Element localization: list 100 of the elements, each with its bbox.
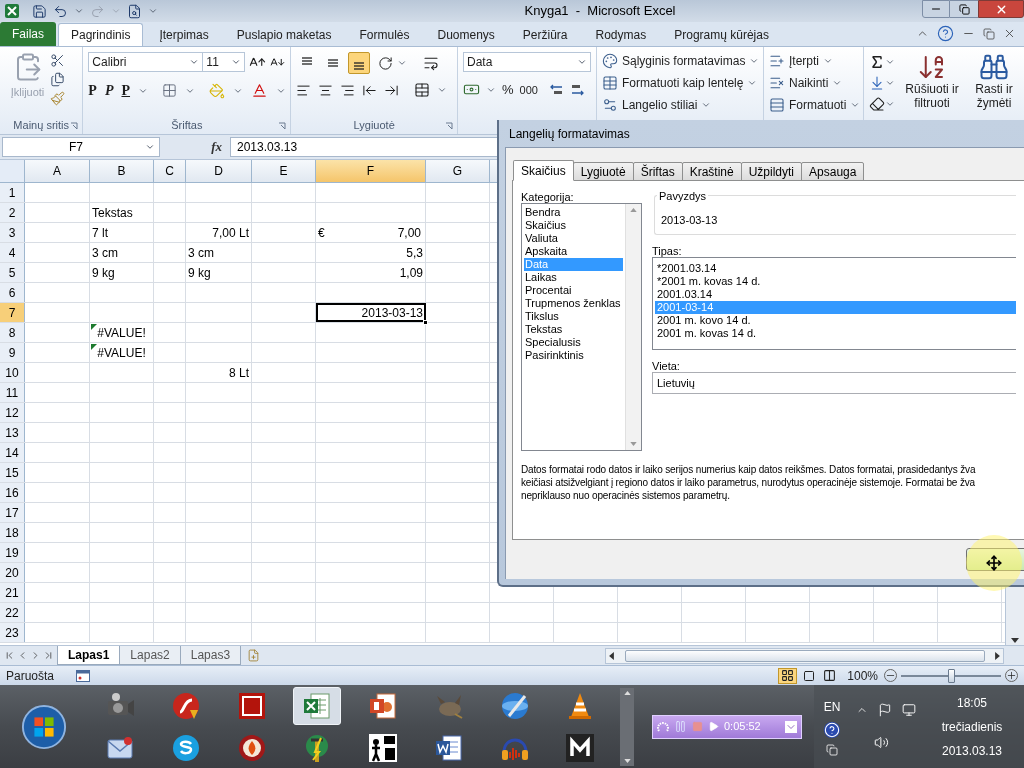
row-header[interactable]: 15 [0, 463, 25, 482]
cell-value: 7,00 [397, 224, 422, 242]
group-label: Mainų sritis [13, 118, 69, 134]
category-item[interactable]: Specialusis [524, 336, 623, 349]
category-item[interactable]: Laikas [524, 271, 623, 284]
type-item[interactable]: *2001 m. kovas 14 d. [655, 275, 1016, 288]
row-header[interactable]: 20 [0, 563, 25, 582]
row-header[interactable]: 5 [0, 263, 25, 282]
underline-button[interactable]: P [121, 80, 131, 101]
row-header[interactable]: 7 [0, 303, 25, 322]
ribbon-tab[interactable]: Rodymas [583, 23, 659, 46]
column-header[interactable]: D [186, 160, 252, 182]
table-cell: #VALUE! [90, 323, 154, 342]
status-text: Paruošta [6, 667, 55, 685]
row-header[interactable]: 1 [0, 183, 25, 202]
description-text: keičiasi atsižvelgiant į regiono datos ir laiko parametrus, nurodytus operacinėje sistemoje. Formatai be žva [521, 476, 976, 489]
row-header[interactable]: 10 [0, 363, 25, 382]
category-item[interactable]: Apskaita [524, 245, 623, 258]
table-cell: 7 lt [90, 223, 154, 242]
clock-date[interactable]: 2013.03.13 [941, 741, 1003, 760]
category-item[interactable]: Valiuta [524, 232, 623, 245]
dialog-tab[interactable]: Skaičius [513, 160, 574, 181]
row-header[interactable]: 4 [0, 243, 25, 262]
column-header[interactable]: B [90, 160, 154, 182]
style-menu-button[interactable]: Formatuoti kaip lentelę [622, 74, 744, 92]
row-header[interactable]: 13 [0, 423, 25, 442]
thousands-button[interactable]: 000 [519, 81, 538, 98]
table-cell: 3 cm [90, 243, 154, 262]
type-item[interactable]: 2001.03.14 [655, 288, 1016, 301]
column-header[interactable]: A [25, 160, 90, 182]
table-cell: 2013-03-13 [316, 303, 426, 322]
row-header[interactable]: 3 [0, 223, 25, 242]
row-header[interactable]: 11 [0, 383, 25, 402]
column-header[interactable]: F [316, 160, 426, 182]
bold-button[interactable]: P [88, 80, 97, 101]
percent-button[interactable]: % [502, 80, 514, 100]
category-item[interactable]: Trupmenos ženklas [524, 297, 623, 310]
dialog-title: Langelių formatavimas [509, 125, 630, 143]
row-header[interactable]: 19 [0, 543, 25, 562]
row-header[interactable]: 9 [0, 343, 25, 362]
category-item[interactable]: Pasirinktinis [524, 349, 623, 362]
language-indicator[interactable]: EN [823, 697, 841, 716]
type-item[interactable]: 2001 m. kovo 14 d. [655, 314, 1016, 327]
type-item[interactable]: 2001 m. kovas 14 d. [655, 327, 1016, 340]
category-item[interactable]: Bendra [524, 206, 623, 219]
row-header[interactable]: 22 [0, 603, 25, 622]
locale-label: Vieta: [652, 359, 681, 372]
type-item[interactable]: *2001.03.14 [655, 262, 1016, 275]
category-item[interactable]: Tekstas [524, 323, 623, 336]
row-header[interactable]: 12 [0, 403, 25, 422]
table-cell: #VALUE! [90, 343, 154, 362]
ribbon-tab[interactable]: Duomenys [425, 23, 507, 46]
row-header[interactable]: 14 [0, 443, 25, 462]
ribbon-tab[interactable]: Įterpimas [147, 23, 221, 46]
type-label: Tipas: [652, 244, 683, 257]
ribbon-tab[interactable]: Peržiūra [510, 23, 580, 46]
zoom-level[interactable]: 100% [847, 666, 878, 685]
ribbon-tab[interactable]: Formulės [347, 23, 422, 46]
cells-menu-button[interactable]: Formatuoti [789, 96, 847, 114]
number-format-field[interactable]: Data [463, 52, 591, 72]
clock-time[interactable]: 18:05 [957, 693, 987, 712]
font-name-field[interactable]: Calibri [88, 52, 204, 72]
category-item[interactable]: Tikslus [524, 310, 623, 323]
sheet-tab[interactable]: Lapas1 [57, 646, 121, 665]
row-header[interactable]: 16 [0, 483, 25, 502]
description-text: Datos formatai rodo datos ir laiko serijos numerius kaip datos reikšmes. Datos formatai, prasidedantys žva [521, 463, 976, 476]
row-header[interactable]: 21 [0, 583, 25, 602]
category-list[interactable]: Bendra Skaičius Valiuta Apskaita Data Laikas Procentai Trupmenos ženklas Tikslus Tekstas Specialusis Pasirinktinis [521, 203, 642, 451]
column-header[interactable]: E [252, 160, 316, 182]
ribbon-tab[interactable]: Pagrindinis [58, 23, 144, 46]
type-list[interactable]: *2001.03.14 *2001 m. kovas 14 d. 2001.03.14 2001-03-14 2001 m. kovo 14 d. 2001 m. kovas 14 d. [652, 257, 1016, 350]
row-header[interactable]: 6 [0, 283, 25, 302]
find-select-button[interactable]: Rasti ir žymėti [969, 82, 1019, 110]
locale-field[interactable]: Lietuvių [652, 372, 1016, 394]
column-header[interactable]: C [154, 160, 186, 182]
style-menu-button[interactable]: Langelio stiliai [622, 96, 698, 114]
font-size-field[interactable]: 11 [203, 52, 246, 72]
style-menu-button[interactable]: Sąlyginis formatavimas [622, 52, 746, 70]
ribbon-tab[interactable]: Puslapio maketas [224, 23, 344, 46]
category-item[interactable]: Procentai [524, 284, 623, 297]
clock-day[interactable]: trečiadienis [941, 717, 1003, 736]
cells-menu-button[interactable]: Naikinti [789, 74, 829, 92]
sheet-tab[interactable]: Lapas3 [179, 646, 242, 665]
function-button[interactable]: fx [162, 137, 228, 157]
row-header[interactable]: 17 [0, 503, 25, 522]
window-title: Knyga1 - Microsoft Excel [524, 2, 676, 21]
sort-filter-button[interactable]: Rūšiuoti ir filtruoti [901, 82, 963, 110]
name-box[interactable]: F7 [2, 137, 160, 157]
row-header[interactable]: 8 [0, 323, 25, 342]
row-header[interactable]: 2 [0, 203, 25, 222]
row-header[interactable]: 18 [0, 523, 25, 542]
column-header[interactable]: G [426, 160, 490, 182]
cells-menu-button[interactable]: Įterpti [789, 52, 819, 70]
file-tab[interactable]: Failas [0, 22, 56, 46]
italic-button[interactable]: P [104, 80, 114, 101]
ribbon-tab[interactable]: Programų kūrėjas [662, 23, 781, 46]
sheet-tab[interactable]: Lapas2 [119, 646, 181, 665]
table-cell: 9 kg [186, 263, 252, 282]
row-header[interactable]: 23 [0, 623, 25, 642]
category-item[interactable]: Skaičius [524, 219, 623, 232]
